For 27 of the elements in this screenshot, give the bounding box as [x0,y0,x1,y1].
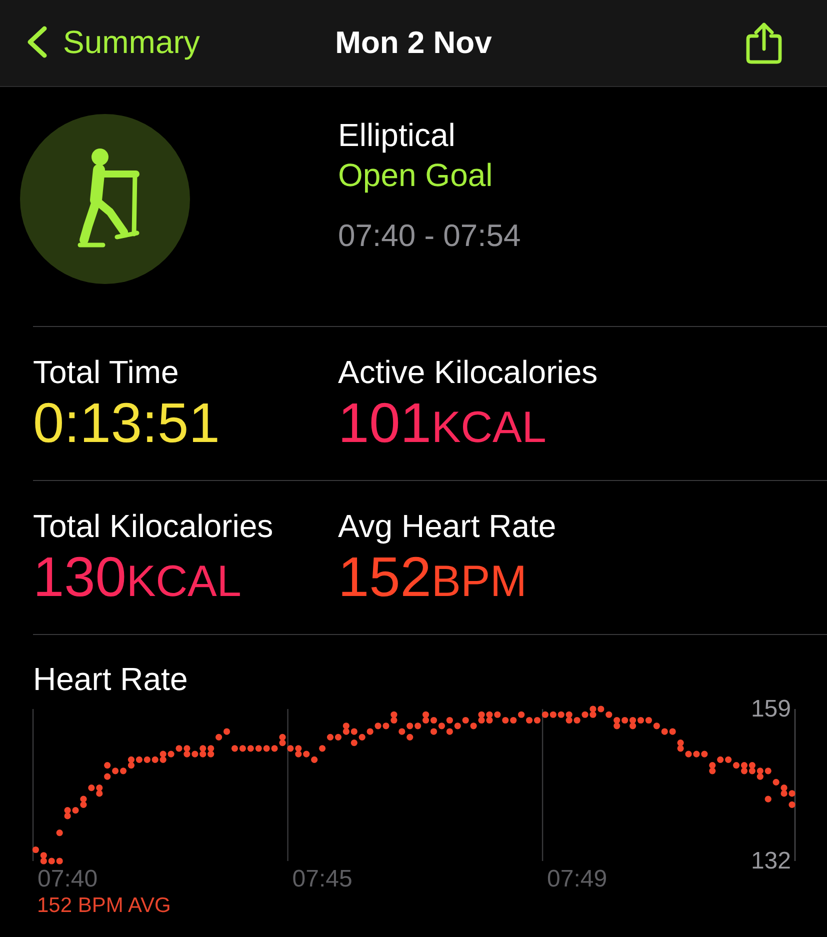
stat-value: 101KCAL [338,395,548,456]
back-button[interactable]: Summary [27,23,200,61]
stat-label: Total Kilocalories [33,507,274,545]
data-point [56,830,63,836]
person-on-elliptical-icon [20,114,190,284]
share-icon[interactable] [744,22,784,64]
x-tick-label: 07:45 [292,866,352,892]
goal-label: Open Goal [338,156,494,195]
time-range: 07:40 - 07:54 [338,217,521,255]
stat-value: 152BPM [338,549,528,610]
x-tick-label: 07:40 [38,866,98,892]
stat-value: 130KCAL [33,549,242,610]
x-tick-label: 07:49 [547,866,608,892]
stat-value: 0:13:51 [33,395,221,451]
data-point [764,796,772,802]
data-point [788,801,796,808]
chevron-left-icon [27,26,47,58]
stat-label: Avg Heart Rate [338,507,558,545]
nav-title: Mon 2 Nov [335,24,492,62]
y-tick-label: 132 [750,848,791,874]
stat-label: Total Time [33,353,180,391]
stat-label: Active Kilocalories [338,353,599,391]
average-label: 152 BPM AVG [37,893,172,919]
data-point [319,745,326,752]
chart-title: Heart Rate [33,662,189,696]
workout-type: Elliptical [338,116,456,155]
y-tick-label: 159 [750,696,791,722]
